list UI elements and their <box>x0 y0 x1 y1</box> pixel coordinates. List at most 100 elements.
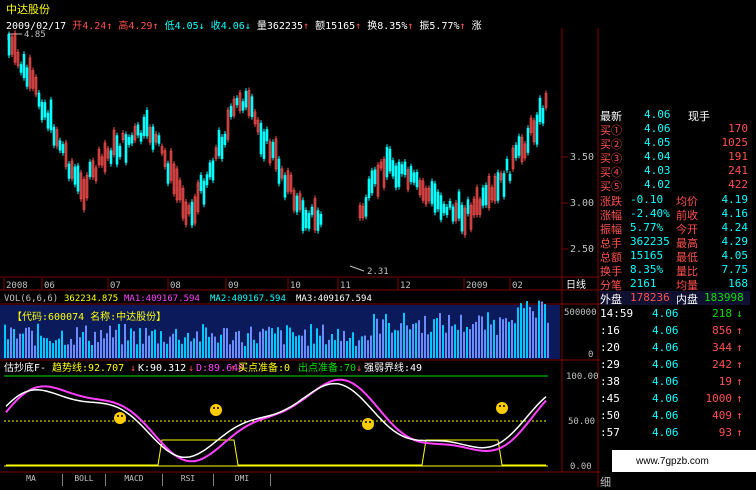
candle-body <box>301 200 305 231</box>
xtick-label: 06 <box>44 281 55 291</box>
volume-bar <box>289 327 291 358</box>
volume-bar <box>67 344 69 358</box>
d-line <box>5 382 547 459</box>
candle-body <box>316 210 320 231</box>
stat-row: 涨跌 -0.10 均价 4.19 <box>600 193 750 208</box>
volume-bar <box>118 323 120 358</box>
volume-bar <box>25 327 27 358</box>
stat-row: 总额 15165 最低 4.05 <box>600 249 750 264</box>
volume-bar <box>58 338 60 358</box>
tick-row: :38 4.06 19 ↑ <box>600 375 750 389</box>
candle-body <box>139 132 143 142</box>
volume-bar <box>13 329 15 358</box>
volume-bar <box>439 313 441 358</box>
candle-body <box>370 170 374 194</box>
tick-vol: 19 <box>718 375 732 388</box>
tick-vol: 409 <box>712 409 732 422</box>
tab-macd[interactable]: MACD <box>106 474 163 486</box>
volume-bar <box>301 335 303 358</box>
tab-dmi[interactable]: DMI <box>214 474 271 486</box>
volume-bar <box>37 323 39 358</box>
candle-body <box>220 136 224 160</box>
tick-time: :45 <box>600 392 620 405</box>
xtick-label: 11 <box>340 281 351 291</box>
tick-time: :38 <box>600 375 620 388</box>
stat-row: 总手 362235 最高 4.29 <box>600 235 750 250</box>
volume-bar <box>475 321 477 358</box>
volume-bar <box>157 343 159 358</box>
candle-body <box>205 174 209 186</box>
candle-body <box>508 173 512 181</box>
stat-value: 4.19 <box>721 193 749 206</box>
volume-bar <box>247 333 249 358</box>
candle-body <box>67 163 71 179</box>
tick-time: 14:59 <box>600 307 634 320</box>
tick-price: 4.06 <box>652 409 679 422</box>
tick-vol: 344 <box>712 341 732 354</box>
ytick-vol-1: 500000 <box>564 308 597 318</box>
volume-bar <box>340 340 342 358</box>
candle-body <box>130 135 134 144</box>
candle-body <box>373 169 377 185</box>
tick-dir: ↑ <box>736 324 743 337</box>
volume-bar <box>10 327 12 358</box>
volume-bar <box>400 323 402 358</box>
volume-bar <box>367 340 369 358</box>
volume-bar <box>337 328 339 358</box>
volume-bar <box>202 324 204 358</box>
stat-value: 7.75 <box>721 263 749 276</box>
candle-body <box>517 136 521 156</box>
candle-body <box>241 101 245 111</box>
volume-bar <box>487 312 489 358</box>
candle-body <box>262 131 266 159</box>
volume-bar <box>112 337 114 358</box>
period-label[interactable]: 日线 <box>566 278 586 291</box>
volume-bar <box>163 341 165 358</box>
candle-body <box>7 34 11 56</box>
candle-body <box>265 129 269 142</box>
candle-body <box>250 96 254 117</box>
tick-time: :57 <box>600 426 620 439</box>
volume-bar <box>169 336 171 358</box>
tab-ma[interactable]: MA <box>0 474 63 486</box>
volume-bar <box>262 328 264 358</box>
volume-bar <box>34 345 36 358</box>
volume-bar <box>463 331 465 358</box>
volume-bar <box>460 314 462 358</box>
volume-bar <box>520 303 522 358</box>
quote-footer[interactable]: 细 <box>600 474 611 490</box>
xtick-label: 12 <box>400 281 411 291</box>
candle-body <box>151 126 155 150</box>
candle-body <box>448 200 452 208</box>
candle-body <box>388 148 392 172</box>
volume-bar <box>454 324 456 358</box>
tab-rsi[interactable]: RSI <box>163 474 214 486</box>
bid-vol: 1025 <box>721 136 749 149</box>
volume-bar <box>97 342 99 358</box>
volume-bar <box>370 335 372 358</box>
stat-value: 5.77% <box>630 221 664 234</box>
candle-body <box>277 158 281 184</box>
volume-bar <box>214 336 216 358</box>
tick-dir: ↑ <box>736 375 743 388</box>
tick-price: 4.06 <box>652 307 679 320</box>
candle-body <box>451 206 455 222</box>
candle-body <box>46 112 50 129</box>
volume-bar <box>403 312 405 358</box>
volume-bar <box>313 343 315 358</box>
tick-vol: 242 <box>712 358 732 371</box>
tick-row: :20 4.06 344 ↑ <box>600 341 750 355</box>
volume-bar <box>208 336 210 358</box>
candle-body <box>217 130 221 156</box>
volume-bar <box>382 319 384 358</box>
volume-bar <box>256 343 258 358</box>
volume-bar <box>52 343 54 358</box>
volume-bar <box>280 330 282 358</box>
bid-price: 4.06 <box>644 122 671 135</box>
tab-boll[interactable]: BOLL <box>63 474 106 486</box>
smiley-icon <box>114 412 126 424</box>
tick-vol: 1000 <box>705 392 733 405</box>
tick-time: :29 <box>600 358 620 371</box>
tick-dir: ↑ <box>736 409 743 422</box>
volume-bar <box>343 330 345 358</box>
